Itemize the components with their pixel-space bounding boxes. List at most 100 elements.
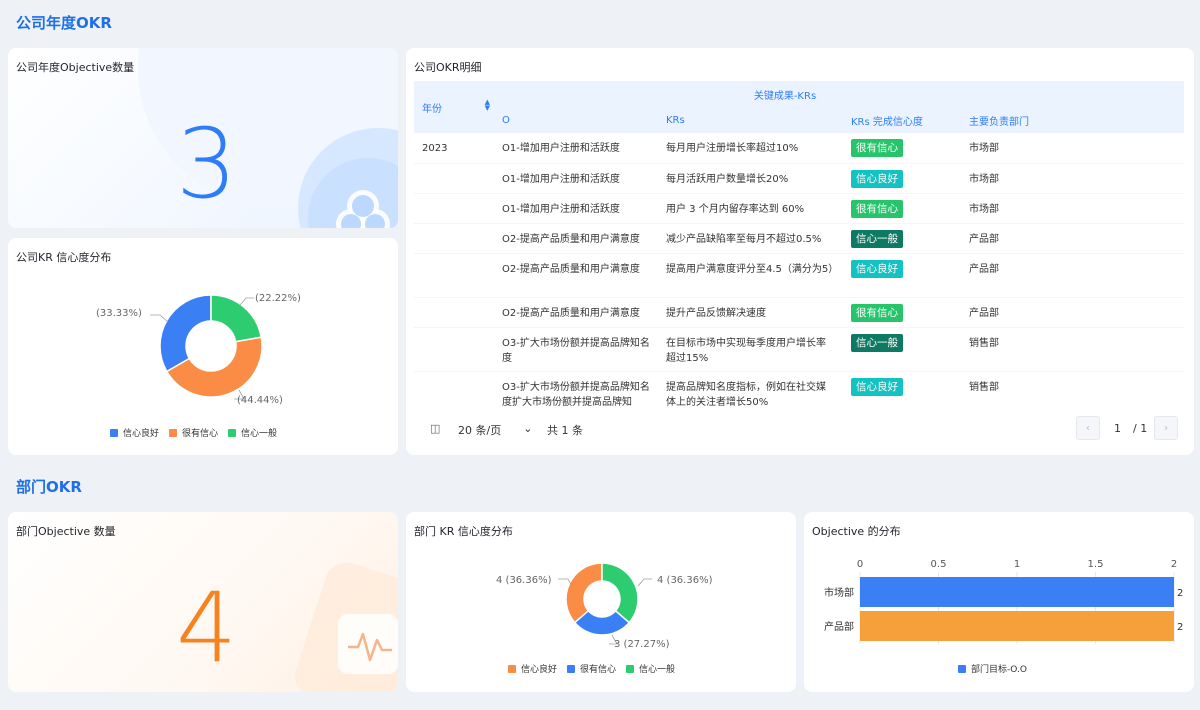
cell-year bbox=[414, 297, 494, 328]
company-objective-title: 公司年度Objective数量 bbox=[16, 61, 135, 74]
cell-objective: O3-扩大市场份额并提高品牌知名度 bbox=[494, 327, 658, 372]
table-row[interactable]: O3-扩大市场份额并提高品牌知名度 在目标市场中实现每季度用户增长率超过15% 信心… bbox=[414, 327, 1184, 372]
label-leader-line bbox=[637, 578, 652, 587]
cell-kr: 减少产品缺陷率至每月不超过0.5% bbox=[658, 223, 843, 254]
bar[interactable] bbox=[860, 577, 1174, 607]
confidence-tag: 信心一般 bbox=[851, 229, 903, 248]
col-spacer bbox=[1076, 81, 1184, 133]
cell-confidence: 信心良好 bbox=[843, 371, 961, 409]
current-page[interactable]: 1 bbox=[1114, 422, 1121, 435]
cell-department: 销售部 bbox=[961, 371, 1076, 409]
cell-spacer bbox=[1076, 193, 1184, 224]
donut1-label-b: (22.22%) bbox=[255, 293, 301, 304]
dept-objective-card: 部门Objective 数量 4 bbox=[8, 512, 398, 692]
cell-year bbox=[414, 163, 494, 194]
cell-spacer bbox=[1076, 133, 1184, 164]
cell-kr: 每月活跃用户数量增长20% bbox=[658, 163, 843, 194]
cell-department: 市场部 bbox=[961, 163, 1076, 194]
cell-spacer bbox=[1076, 253, 1184, 298]
value-label: 2 bbox=[1177, 588, 1183, 599]
donut1-label-a: (33.33%) bbox=[96, 308, 142, 319]
table-row[interactable]: 2023 O1-增加用户注册和活跃度 每月用户注册增长率超过10% 很有信心 市场部 bbox=[414, 133, 1184, 164]
cell-kr: 提升产品反馈解决速度 bbox=[658, 297, 843, 328]
sort-icon[interactable]: ▲ ▼ bbox=[485, 99, 490, 112]
cell-confidence: 很有信心 bbox=[843, 193, 961, 224]
tick-label: 0 bbox=[857, 559, 863, 570]
confidence-tag: 信心良好 bbox=[851, 377, 903, 396]
legend-item[interactable]: 信心良好 bbox=[110, 426, 159, 439]
donut2-label-b: 4 (36.36%) bbox=[657, 575, 713, 586]
table-row[interactable]: O3-扩大市场份额并提高品牌知名度扩大市场份额并提高品牌知 提高品牌知名度指标，例… bbox=[414, 371, 1184, 409]
donut-slice[interactable] bbox=[601, 562, 639, 624]
dept-objective-value: 4 bbox=[176, 572, 238, 684]
bar[interactable] bbox=[860, 611, 1174, 641]
col-confidence[interactable]: KRs 完成信心度 bbox=[843, 107, 961, 133]
bar-legend: 部门目标-O.O bbox=[958, 662, 1027, 675]
chevron-down-icon: ⌄ bbox=[523, 422, 533, 435]
cell-spacer bbox=[1076, 371, 1184, 409]
cell-department: 产品部 bbox=[961, 253, 1076, 298]
legend-item[interactable]: 很有信心 bbox=[567, 662, 616, 675]
confidence-tag: 信心良好 bbox=[851, 259, 903, 278]
cell-confidence: 信心良好 bbox=[843, 253, 961, 298]
dept-section-title: 部门OKR bbox=[16, 478, 82, 496]
cell-objective: O2-提高产品质量和用户满意度 bbox=[494, 253, 658, 298]
table-row[interactable]: O1-增加用户注册和活跃度 每月活跃用户数量增长20% 信心良好 市场部 bbox=[414, 163, 1184, 194]
company-objective-card: 公司年度Objective数量 3 bbox=[8, 48, 398, 228]
table-settings-icon[interactable]: ◫ bbox=[430, 422, 440, 435]
company-kr-donut-title: 公司KR 信心度分布 bbox=[16, 251, 112, 264]
cell-spacer bbox=[1076, 223, 1184, 254]
cell-department: 产品部 bbox=[961, 223, 1076, 254]
legend-item[interactable]: 信心一般 bbox=[626, 662, 675, 675]
col-krs[interactable]: KRs bbox=[658, 107, 843, 133]
tick-label: 1 bbox=[1014, 559, 1020, 570]
okr-table: 年份 ▲ ▼ 关键成果-KRs O KRs KRs 完成信心度 主要负责部门 20… bbox=[414, 81, 1184, 409]
objective-distribution-title: Objective 的分布 bbox=[812, 525, 901, 538]
confidence-tag: 很有信心 bbox=[851, 199, 903, 218]
cell-confidence: 信心良好 bbox=[843, 163, 961, 194]
donut-slice[interactable] bbox=[210, 294, 263, 343]
value-label: 2 bbox=[1177, 622, 1183, 633]
legend-item[interactable]: 信心一般 bbox=[228, 426, 277, 439]
col-objective[interactable]: O bbox=[494, 107, 658, 133]
legend-item[interactable]: 部门目标-O.O bbox=[958, 662, 1027, 675]
tick-label: 1.5 bbox=[1088, 559, 1104, 570]
okr-table-wrapper[interactable]: 年份 ▲ ▼ 关键成果-KRs O KRs KRs 完成信心度 主要负责部门 20… bbox=[414, 81, 1184, 409]
dept-kr-donut-title: 部门 KR 信心度分布 bbox=[414, 525, 513, 538]
category-label: 产品部 bbox=[824, 620, 854, 633]
cell-spacer bbox=[1076, 163, 1184, 194]
cell-kr: 每月用户注册增长率超过10% bbox=[658, 133, 843, 164]
table-row[interactable]: O1-增加用户注册和活跃度 用户 3 个月内留存率达到 60% 很有信心 市场部 bbox=[414, 193, 1184, 224]
confidence-tag: 信心良好 bbox=[851, 169, 903, 188]
cell-department: 市场部 bbox=[961, 193, 1076, 224]
company-objective-value: 3 bbox=[176, 108, 238, 220]
cell-objective: O3-扩大市场份额并提高品牌知名度扩大市场份额并提高品牌知 bbox=[494, 371, 658, 409]
cell-year bbox=[414, 327, 494, 372]
cell-confidence: 信心一般 bbox=[843, 223, 961, 254]
cell-spacer bbox=[1076, 327, 1184, 372]
okr-table-card: 公司OKR明细 年份 ▲ ▼ 关键成果-KRs O KRs KRs 完成信心度 主… bbox=[406, 48, 1194, 455]
col-year[interactable]: 年份 ▲ ▼ bbox=[414, 81, 494, 133]
cell-year bbox=[414, 223, 494, 254]
donut1-legend: 信心良好 很有信心 信心一般 bbox=[110, 426, 277, 439]
next-page-button[interactable]: › bbox=[1154, 416, 1178, 440]
cell-objective: O1-增加用户注册和活跃度 bbox=[494, 133, 658, 164]
company-kr-donut-chart bbox=[150, 294, 263, 400]
confidence-tag: 很有信心 bbox=[851, 139, 903, 157]
legend-item[interactable]: 很有信心 bbox=[169, 426, 218, 439]
company-kr-donut-card: 公司KR 信心度分布 (33.33%) (22.22%) (44.44%) 信心… bbox=[8, 238, 398, 455]
prev-page-button[interactable]: ‹ bbox=[1076, 416, 1100, 440]
table-row[interactable]: O2-提高产品质量和用户满意度 提升产品反馈解决速度 很有信心 产品部 bbox=[414, 297, 1184, 328]
cell-objective: O1-增加用户注册和活跃度 bbox=[494, 163, 658, 194]
legend-item[interactable]: 信心良好 bbox=[508, 662, 557, 675]
col-department[interactable]: 主要负责部门 bbox=[961, 107, 1076, 133]
cell-year: 2023 bbox=[414, 133, 494, 164]
table-row[interactable]: O2-提高产品质量和用户满意度 提高用户满意度评分至4.5（满分为5） 信心良好 产品… bbox=[414, 253, 1184, 298]
page-size-select[interactable]: 20 条/页 ⌄ bbox=[458, 422, 532, 438]
label-leader-line bbox=[150, 314, 169, 323]
cell-confidence: 信心一般 bbox=[843, 327, 961, 372]
label-leader-line bbox=[239, 297, 254, 306]
table-row[interactable]: O2-提高产品质量和用户满意度 减少产品缺陷率至每月不超过0.5% 信心一般 产品部 bbox=[414, 223, 1184, 254]
total-count: 共 1 条 bbox=[547, 424, 583, 437]
confidence-tag: 很有信心 bbox=[851, 303, 903, 322]
